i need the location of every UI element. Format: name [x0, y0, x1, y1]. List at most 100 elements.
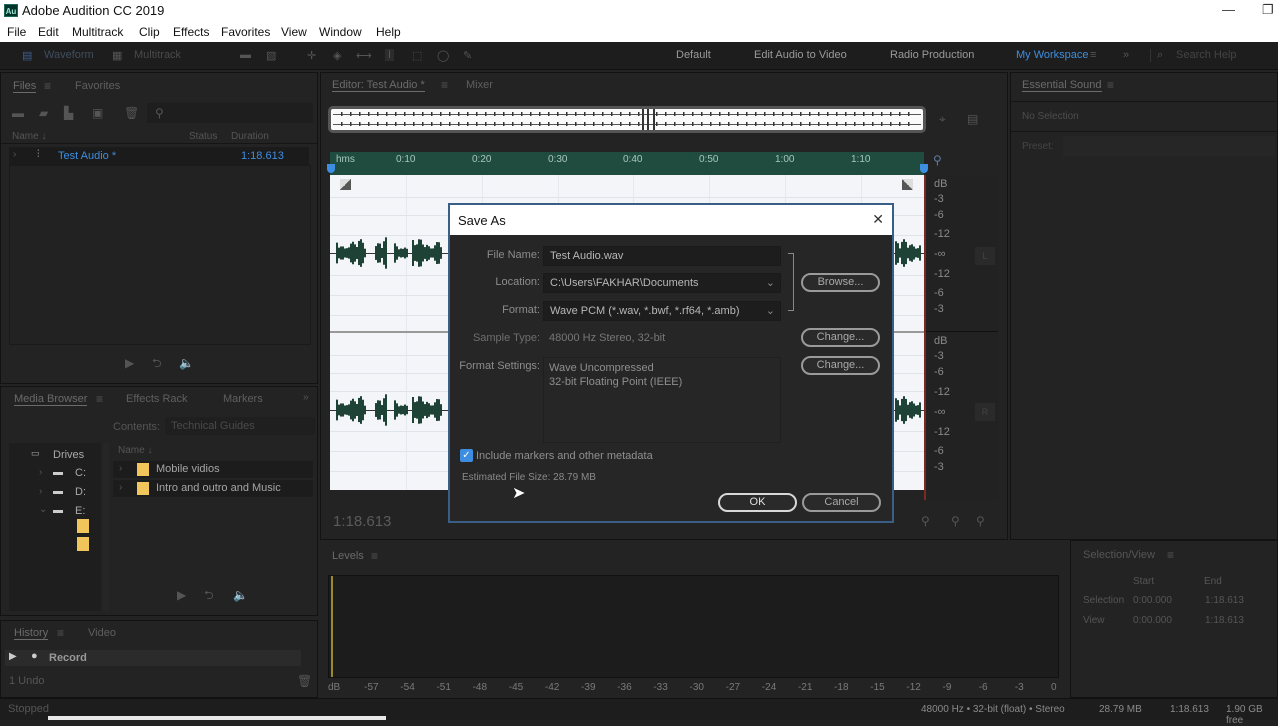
marquee-tool-icon[interactable]: ⬚: [412, 49, 422, 62]
import-file-icon[interactable]: ▰: [39, 107, 48, 119]
files-search-input[interactable]: ⚲: [147, 103, 313, 123]
menu-view[interactable]: View: [281, 25, 307, 39]
timeline-zoom-icon[interactable]: ⚲: [933, 154, 942, 166]
autoplay-icon[interactable]: 🔈: [179, 357, 194, 369]
tab-essential-sound[interactable]: Essential Sound: [1022, 79, 1102, 92]
browse-button[interactable]: Browse...: [801, 273, 880, 292]
time-selection-tool-icon[interactable]: I: [385, 49, 395, 61]
tab-video[interactable]: Video: [88, 627, 116, 639]
loop-icon[interactable]: ⮌: [204, 589, 214, 601]
autoplay-icon[interactable]: 🔈: [233, 589, 248, 601]
loop-icon[interactable]: ⮌: [152, 357, 162, 369]
tab-history[interactable]: History: [14, 627, 49, 640]
column-name[interactable]: Name ↓: [12, 131, 46, 142]
menu-clip[interactable]: Clip: [139, 25, 160, 39]
panel-menu-icon[interactable]: ≡: [96, 393, 103, 405]
tab-files[interactable]: Files: [13, 80, 37, 93]
timeline-ruler[interactable]: hms 0:10 0:20 0:30 0:40 0:50 1:00 1:10: [327, 152, 928, 175]
more-panels-icon[interactable]: »: [303, 393, 309, 403]
include-metadata-label[interactable]: Include markers and other metadata: [476, 450, 653, 462]
tab-favorites[interactable]: Favorites: [75, 80, 120, 92]
tab-editor[interactable]: Editor: Test Audio *: [332, 79, 425, 92]
search-help-input[interactable]: Search Help: [1176, 49, 1237, 61]
workspace-menu-icon[interactable]: ≡: [1090, 49, 1096, 61]
more-workspaces-icon[interactable]: »: [1123, 49, 1129, 61]
drive-d[interactable]: D:: [75, 486, 86, 498]
delete-icon[interactable]: 🗑: [297, 675, 312, 687]
menu-effects[interactable]: Effects: [173, 25, 209, 39]
folder-icon[interactable]: [77, 537, 89, 551]
collapse-chevron-icon[interactable]: ⌄: [39, 505, 47, 515]
zoom-navigator-icon[interactable]: ⌖: [939, 113, 946, 125]
new-file-icon[interactable]: ▙: [64, 107, 73, 119]
selection-start[interactable]: 0:00.000: [1133, 595, 1172, 606]
tab-selection-view[interactable]: Selection/View: [1083, 549, 1155, 561]
razor-tool-icon[interactable]: ◈: [333, 49, 341, 62]
dialog-title-bar[interactable]: Save As ✕: [450, 205, 892, 235]
channel-left-toggle[interactable]: L: [975, 247, 995, 265]
menu-help[interactable]: Help: [376, 25, 401, 39]
tab-markers[interactable]: Markers: [223, 393, 263, 405]
waveform-view-button[interactable]: Waveform: [44, 49, 94, 61]
panel-menu-icon[interactable]: ≡: [1167, 549, 1174, 561]
panel-menu-icon[interactable]: ≡: [57, 627, 64, 639]
restore-button[interactable]: ❐: [1262, 2, 1274, 18]
channel-right-toggle[interactable]: R: [975, 403, 995, 421]
workspace-default[interactable]: Default: [676, 49, 711, 61]
minimize-button[interactable]: —: [1222, 2, 1235, 17]
panel-menu-icon[interactable]: ≡: [371, 550, 378, 562]
play-icon[interactable]: ▶: [177, 589, 186, 601]
expand-chevron-icon[interactable]: ›: [39, 468, 42, 478]
expand-chevron-icon[interactable]: ›: [39, 487, 42, 497]
folder-row[interactable]: › Intro and outro and Music: [113, 480, 313, 497]
tab-effects-rack[interactable]: Effects Rack: [126, 393, 188, 405]
workspace-my-workspace[interactable]: My Workspace: [1016, 49, 1089, 61]
change-sample-type-button[interactable]: Change...: [801, 328, 880, 347]
menu-multitrack[interactable]: Multitrack: [72, 25, 123, 39]
file-name-input[interactable]: Test Audio.wav: [543, 246, 781, 266]
play-icon[interactable]: ▶: [9, 652, 17, 662]
format-dropdown[interactable]: Wave PCM (*.wav, *.bwf, *.rf64, *.amb) ⌄: [543, 301, 781, 321]
zoom-full-icon[interactable]: ⚲: [976, 515, 985, 527]
view-start[interactable]: 0:00.000: [1133, 615, 1172, 626]
column-name[interactable]: Name ↓: [118, 445, 152, 456]
ok-button[interactable]: OK: [718, 493, 797, 512]
folder-icon[interactable]: [77, 519, 89, 533]
slip-tool-icon[interactable]: ⟷: [356, 49, 372, 62]
file-row[interactable]: › ⫶ Test Audio * 1:18.613: [9, 147, 309, 165]
selection-end[interactable]: 1:18.613: [1205, 595, 1244, 606]
view-end[interactable]: 1:18.613: [1205, 615, 1244, 626]
menu-file[interactable]: File: [7, 25, 26, 39]
drive-e[interactable]: E:: [75, 505, 85, 517]
panel-menu-icon[interactable]: ≡: [1107, 79, 1114, 91]
drive-c[interactable]: C:: [75, 467, 86, 479]
zoom-out-icon[interactable]: ⚲: [951, 515, 960, 527]
splitter-handle[interactable]: [103, 443, 109, 611]
waveform-overview[interactable]: [328, 106, 926, 133]
delete-icon[interactable]: 🗑: [124, 107, 139, 119]
contents-dropdown[interactable]: Technical Guides: [165, 417, 315, 435]
tab-levels[interactable]: Levels: [332, 550, 364, 562]
multitrack-view-button[interactable]: Multitrack: [134, 49, 181, 61]
expand-chevron-icon[interactable]: ›: [119, 464, 122, 474]
location-dropdown[interactable]: C:\Users\FAKHAR\Documents ⌄: [543, 273, 781, 293]
column-status[interactable]: Status: [189, 131, 217, 142]
change-format-settings-button[interactable]: Change...: [801, 356, 880, 375]
cancel-button[interactable]: Cancel: [802, 493, 881, 512]
close-icon[interactable]: ✕: [872, 211, 884, 228]
lasso-tool-icon[interactable]: ◯: [437, 49, 449, 62]
spectral-pitch-icon[interactable]: ▧: [266, 49, 276, 62]
history-row[interactable]: ▶ ● Record: [5, 650, 301, 666]
insert-icon[interactable]: ▣: [92, 107, 103, 119]
spectral-display-icon[interactable]: ▬: [240, 49, 251, 61]
open-file-icon[interactable]: ▬: [12, 107, 24, 119]
expand-chevron-icon[interactable]: ›: [119, 483, 122, 493]
menu-favorites[interactable]: Favorites: [221, 25, 270, 39]
expand-chevron-icon[interactable]: ›: [13, 150, 16, 160]
menu-edit[interactable]: Edit: [38, 25, 59, 39]
tab-media-browser[interactable]: Media Browser: [14, 393, 88, 406]
folder-row[interactable]: › Mobile vidios: [113, 461, 313, 478]
panel-menu-icon[interactable]: ≡: [441, 79, 448, 91]
overview-menu-icon[interactable]: ▤: [967, 113, 978, 125]
preset-dropdown[interactable]: [1063, 136, 1275, 156]
